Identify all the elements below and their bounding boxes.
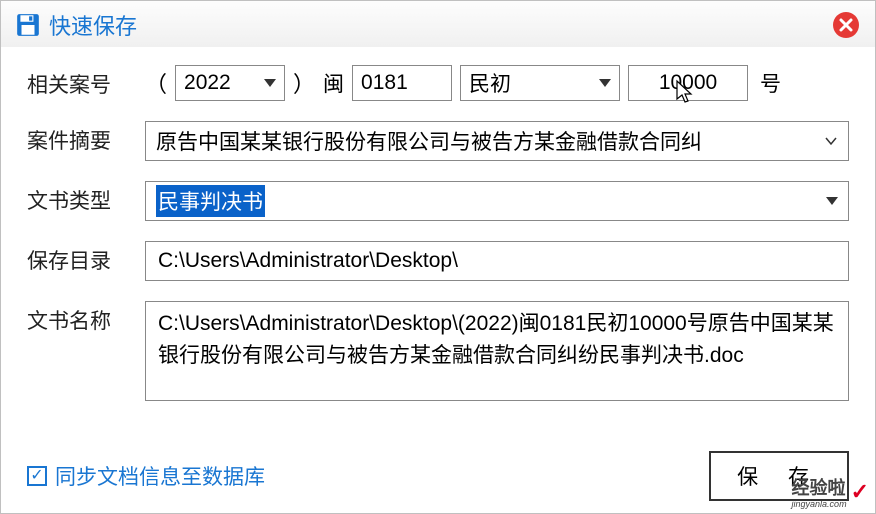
chevron-down-icon — [264, 79, 276, 87]
case-type-dropdown[interactable]: 民初 — [460, 65, 620, 101]
label-docname: 文书名称 — [27, 301, 127, 335]
docname-input[interactable]: C:\Users\Administrator\Desktop\(2022)闽01… — [145, 301, 849, 401]
check-icon: ✓ — [851, 479, 869, 505]
dialog-title: 快速保存 — [49, 9, 137, 41]
sync-label: 同步文档信息至数据库 — [55, 461, 265, 491]
label-case-number: 相关案号 — [27, 65, 127, 99]
row-savedir: 保存目录 C:\Users\Administrator\Desktop\ — [27, 241, 849, 281]
region-text: 闽 — [323, 68, 344, 98]
quicksave-dialog: 快速保存 相关案号 （ 2022 ） 闽 民初 — [0, 0, 876, 514]
sync-checkbox[interactable]: ✓ 同步文档信息至数据库 — [27, 461, 265, 491]
doctype-value: 民事判决书 — [156, 185, 265, 217]
watermark-main: 经验啦 — [792, 478, 846, 498]
checkbox-icon: ✓ — [27, 466, 47, 486]
footer: ✓ 同步文档信息至数据库 保 存 — [1, 451, 875, 501]
sequence-input[interactable] — [628, 65, 748, 101]
chevron-down-icon — [599, 79, 611, 87]
watermark-sub: jingyanla.com — [792, 500, 847, 509]
close-button[interactable] — [831, 10, 861, 40]
case-type-value: 民初 — [469, 68, 511, 98]
suffix-text: 号 — [760, 68, 781, 98]
chevron-down-icon — [826, 197, 838, 205]
rparen: ） — [293, 67, 315, 99]
save-icon — [15, 12, 41, 38]
label-summary: 案件摘要 — [27, 121, 127, 155]
titlebar: 快速保存 — [1, 1, 875, 47]
chevron-down-icon — [824, 134, 838, 148]
summary-text: 原告中国某某银行股份有限公司与被告方某金融借款合同纠 — [156, 126, 702, 156]
label-savedir: 保存目录 — [27, 241, 127, 275]
savedir-input[interactable]: C:\Users\Administrator\Desktop\ — [145, 241, 849, 281]
year-dropdown[interactable]: 2022 — [175, 65, 285, 101]
label-doctype: 文书类型 — [27, 181, 127, 215]
lparen: （ — [145, 67, 167, 99]
docname-value: C:\Users\Administrator\Desktop\(2022)闽01… — [158, 312, 834, 367]
row-doctype: 文书类型 民事判决书 — [27, 181, 849, 221]
court-code-input[interactable] — [352, 65, 452, 101]
row-summary: 案件摘要 原告中国某某银行股份有限公司与被告方某金融借款合同纠 — [27, 121, 849, 161]
summary-dropdown[interactable]: 原告中国某某银行股份有限公司与被告方某金融借款合同纠 — [145, 121, 849, 161]
doctype-dropdown[interactable]: 民事判决书 — [145, 181, 849, 221]
row-docname: 文书名称 C:\Users\Administrator\Desktop\(202… — [27, 301, 849, 401]
watermark: 经验啦 jingyanla.com ✓ — [792, 474, 869, 509]
year-value: 2022 — [184, 71, 231, 95]
savedir-value: C:\Users\Administrator\Desktop\ — [158, 245, 458, 277]
form-body: 相关案号 （ 2022 ） 闽 民初 号 案件摘要 — [1, 47, 875, 401]
row-case-number: 相关案号 （ 2022 ） 闽 民初 号 — [27, 65, 849, 101]
